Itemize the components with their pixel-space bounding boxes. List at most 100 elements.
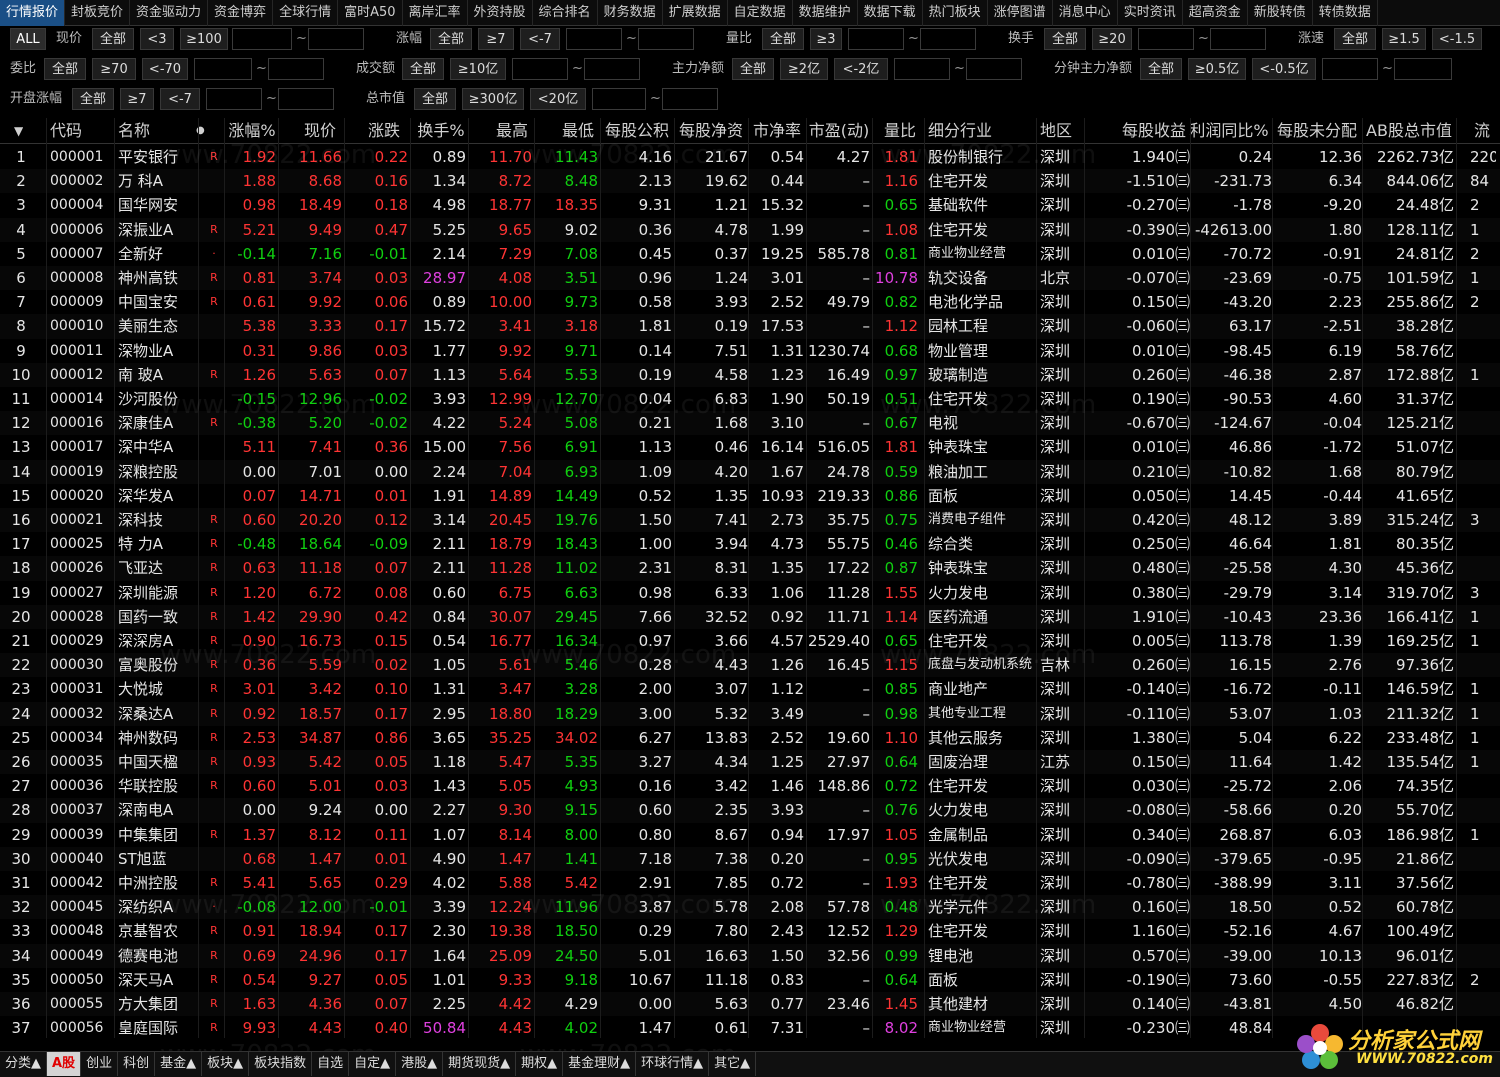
top-tab[interactable]: 新股转债	[1248, 0, 1313, 26]
table-row[interactable]: 26 000035 中国天楹 R 0.93 5.42 0.05 1.18 5.47 5.35 3.2…	[0, 750, 1500, 775]
column-header[interactable]: 代码	[50, 118, 108, 144]
filter-mainflow-min-input[interactable]	[894, 58, 950, 80]
table-row[interactable]: 24 000032 深桑达A R 0.92 18.57 0.17 2.95 18.80 18.29…	[0, 701, 1500, 726]
top-tab[interactable]: 全球行情	[273, 0, 339, 26]
filter-amount-max-input[interactable]	[584, 58, 640, 80]
top-tab[interactable]: 消息中心	[1053, 0, 1118, 26]
table-row[interactable]: 33 000048 京基智农 R 0.91 18.94 0.17 2.30 19.38 18.50…	[0, 919, 1500, 943]
top-tab[interactable]: 数据下载	[858, 0, 923, 26]
column-header[interactable]: 最高	[492, 118, 532, 144]
top-tab[interactable]: 数据维护	[793, 0, 858, 26]
bottom-tab[interactable]: 自定▲	[349, 1052, 397, 1076]
bottom-tab[interactable]: 板块▲	[202, 1052, 250, 1076]
table-row[interactable]: 35 000050 深天马A R 0.54 9.27 0.05 1.01 9.33 9.18 10.…	[0, 968, 1500, 992]
table-row[interactable]: 19 000027 深圳能源 R 1.20 6.72 0.08 0.60 6.75 6.63 0.9…	[0, 581, 1500, 605]
table-row[interactable]: 12 000016 深康佳A R -0.38 5.20 -0.02 4.22 5.24 5.08 0…	[0, 411, 1500, 436]
column-header[interactable]: 流	[1474, 118, 1498, 144]
filter-price-max-input[interactable]	[308, 28, 364, 50]
table-row[interactable]: 23 000031 大悦城 R 3.01 3.42 0.10 1.31 3.47 3.28 2.00…	[0, 677, 1500, 701]
filter-mcap-min-input[interactable]	[592, 88, 646, 110]
table-row[interactable]: 2 000002 万 科A 1.88 8.68 0.16 1.34 8.72 8.48 2.13 1…	[0, 169, 1500, 194]
table-row[interactable]: 13 000017 深中华A 5.11 7.41 0.36 15.00 7.56 6.91 1.1…	[0, 435, 1500, 459]
column-header[interactable]: 市净率	[750, 118, 804, 144]
filter-mcap-lt20yi-button[interactable]: <20亿	[530, 88, 586, 110]
bottom-tab[interactable]: 基金理财▲	[563, 1052, 637, 1076]
filter-change-ge7-button[interactable]: ≥7	[478, 28, 514, 50]
bottom-tab[interactable]: 环球行情▲	[636, 1052, 710, 1076]
filter-turnover-min-input[interactable]	[1138, 28, 1194, 50]
column-header[interactable]: 每股未分配	[1272, 118, 1362, 144]
filter-minflow-max-input[interactable]	[1394, 58, 1452, 80]
column-header[interactable]: 换手%	[414, 118, 468, 144]
bottom-tab[interactable]: 板块指数	[249, 1052, 313, 1076]
column-header[interactable]: 涨跌	[360, 118, 408, 144]
top-tab[interactable]: 综合排名	[533, 0, 598, 26]
column-header[interactable]: 每股收益	[1112, 118, 1186, 144]
table-row[interactable]: 21 000029 深深房A R 0.90 16.73 0.15 0.54 16.77 16.34…	[0, 629, 1500, 653]
filter-amount-all-button[interactable]: 全部	[402, 58, 444, 80]
filter-mcap-max-input[interactable]	[662, 88, 718, 110]
table-row[interactable]: 22 000030 富奥股份 R 0.36 5.59 0.02 1.05 5.61 5.46 0.2…	[0, 653, 1500, 678]
table-row[interactable]: 32 000045 深纺织A · -0.08 12.00 -0.01 3.39 12.24 11.…	[0, 895, 1500, 920]
top-tab[interactable]: 资金驱动力	[130, 0, 209, 26]
filter-price-ge100-button[interactable]: ≥100	[180, 28, 228, 50]
table-row[interactable]: 1 000001 平安银行 R 1.92 11.66 0.22 0.89 11.70 11.43 4…	[0, 145, 1500, 169]
bottom-tab[interactable]: 港股▲	[396, 1052, 444, 1076]
table-row[interactable]: 9 000011 深物业A 0.31 9.86 0.03 1.77 9.92 9.71 0.14 7…	[0, 339, 1500, 363]
filter-bidratio-max-input[interactable]	[268, 58, 324, 80]
filter-bidratio-ge70-button[interactable]: ≥70	[92, 58, 136, 80]
table-row[interactable]: 14 000019 深粮控股 0.00 7.01 0.00 2.24 7.04 6.93 1.09…	[0, 459, 1500, 484]
column-header[interactable]: 量比	[880, 118, 920, 144]
filter-speed-all-button[interactable]: 全部	[1334, 28, 1376, 50]
bottom-tab[interactable]: A股	[47, 1052, 82, 1076]
table-row[interactable]: 36 000055 方大集团 R 1.63 4.36 0.07 2.25 4.42 4.29 0.0…	[0, 992, 1500, 1017]
filter-price-min-input[interactable]	[232, 28, 292, 50]
column-header[interactable]: 名称	[118, 118, 194, 144]
top-tab[interactable]: 外资持股	[468, 0, 533, 26]
top-tab[interactable]: 财务数据	[598, 0, 663, 26]
filter-volratio-min-input[interactable]	[848, 28, 904, 50]
table-row[interactable]: 28 000037 深南电A 0.00 9.24 0.00 2.27 9.30 9.15 0.60…	[0, 798, 1500, 823]
filter-price-lt3-button[interactable]: <3	[140, 28, 174, 50]
filter-mainflow-ge2yi-button[interactable]: ≥2亿	[780, 58, 828, 80]
column-header[interactable]: 利润同比%	[1186, 118, 1272, 144]
top-tab[interactable]: 自定数据	[728, 0, 793, 26]
bottom-tab[interactable]: 分类▲	[0, 1052, 47, 1076]
table-row[interactable]: 3 000004 国华网安 0.98 18.49 0.18 4.98 18.77 18.35 9.…	[0, 193, 1500, 217]
top-tab[interactable]: 超高资金	[1183, 0, 1248, 26]
column-header[interactable]: 每股公积	[600, 118, 674, 144]
filter-open-min-input[interactable]	[206, 88, 262, 110]
column-header[interactable]: 细分行业	[928, 118, 1032, 144]
filter-all-button[interactable]: ALL	[10, 28, 46, 50]
top-tab[interactable]: 富时A50	[338, 0, 403, 26]
top-tab[interactable]: 行情报价	[0, 0, 66, 26]
table-row[interactable]: 5 000007 全新好 · -0.14 7.16 -0.01 2.14 7.29 7.08 0.4…	[0, 242, 1500, 266]
filter-price-all-button[interactable]: 全部	[92, 28, 134, 50]
bottom-tab[interactable]: 其它▲	[709, 1052, 757, 1076]
top-tab[interactable]: 实时资讯	[1118, 0, 1183, 26]
filter-turnover-max-input[interactable]	[1210, 28, 1266, 50]
table-row[interactable]: 4 000006 深振业A R 5.21 9.49 0.47 5.25 9.65 9.02 0.36…	[0, 217, 1500, 242]
filter-turnover-all-button[interactable]: 全部	[1044, 28, 1086, 50]
table-row[interactable]: 17 000025 特 力A R -0.48 18.64 -0.09 2.11 18.79 18.…	[0, 532, 1500, 556]
filter-minflow-lt-05yi-button[interactable]: <-0.5亿	[1252, 58, 1316, 80]
top-tab[interactable]: 离岸汇率	[403, 0, 468, 26]
filter-speed-ge15-button[interactable]: ≥1.5	[1382, 28, 1426, 50]
column-header[interactable]: 现价	[298, 118, 342, 144]
column-header[interactable]: 每股净资	[674, 118, 748, 144]
column-header[interactable]: 最低	[556, 118, 600, 144]
table-row[interactable]: 16 000021 深科技 R 0.60 20.20 0.12 3.14 20.45 19.76 1…	[0, 508, 1500, 533]
filter-volratio-max-input[interactable]	[920, 28, 976, 50]
filter-volratio-ge3-button[interactable]: ≥3	[810, 28, 842, 50]
filter-mcap-ge300yi-button[interactable]: ≥300亿	[462, 88, 524, 110]
table-row[interactable]: 10 000012 南 玻A R 1.26 5.63 0.07 1.13 5.64 5.53 0.1…	[0, 362, 1500, 387]
top-tab[interactable]: 热门板块	[923, 0, 988, 26]
bottom-tab[interactable]: 期货现货▲	[443, 1052, 517, 1076]
table-row[interactable]: 29 000039 中集集团 R 1.37 8.12 0.11 1.07 8.14 8.00 0.8…	[0, 823, 1500, 847]
filter-mainflow-max-input[interactable]	[966, 58, 1022, 80]
filter-open-all-button[interactable]: 全部	[72, 88, 114, 110]
bottom-tab[interactable]: 创业	[81, 1052, 119, 1076]
filter-change-min-input[interactable]	[566, 28, 622, 50]
table-row[interactable]: 37 000056 皇庭国际 R 9.93 4.43 0.40 50.84 4.43 4.02 1.…	[0, 1016, 1500, 1040]
filter-bidratio-lt-70-button[interactable]: <-70	[142, 58, 188, 80]
